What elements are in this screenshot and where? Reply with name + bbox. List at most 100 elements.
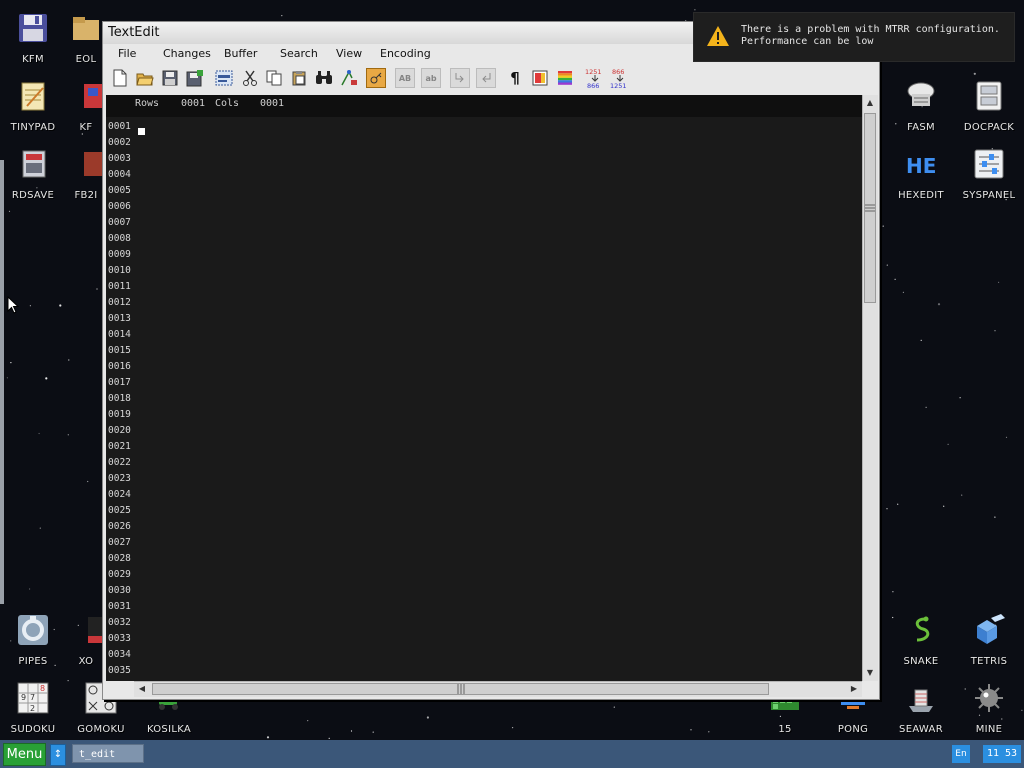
menu-encoding[interactable]: Encoding — [380, 47, 431, 60]
star — [8, 210, 11, 212]
menu-view[interactable]: View — [336, 47, 362, 60]
icon-label: FB2I — [74, 190, 98, 201]
syntax-colors-button[interactable] — [555, 68, 575, 88]
collapse-button[interactable] — [450, 68, 470, 88]
lowercase-button[interactable]: ab — [421, 68, 441, 88]
taskbar-item-t-edit[interactable]: t_edit — [72, 744, 144, 763]
desktop-icon-syspanel[interactable]: SYSPANEL — [957, 148, 1021, 201]
expand-button[interactable] — [476, 68, 496, 88]
find-button[interactable] — [314, 68, 334, 88]
star — [959, 397, 961, 399]
color-scheme-button[interactable] — [530, 68, 550, 88]
desktop-icon-xo[interactable]: XO — [66, 614, 106, 667]
save-as-icon — [186, 70, 203, 87]
convert-1251-866-button[interactable]: 1251 866 — [584, 68, 606, 89]
menu-changes[interactable]: Changes — [163, 47, 211, 60]
scroll-up-arrow-icon[interactable]: ▲ — [864, 97, 876, 109]
star — [886, 508, 888, 510]
desktop-icon-pipes[interactable]: PIPES — [1, 614, 65, 667]
color-scheme-icon — [532, 70, 548, 86]
star — [307, 720, 309, 722]
star — [897, 503, 899, 505]
desktop-icon-eol[interactable]: EOL — [66, 12, 106, 65]
star — [328, 737, 330, 740]
desktop-icon-kfm[interactable]: KFM — [1, 12, 65, 65]
menu-file[interactable]: File — [118, 47, 136, 60]
star — [67, 434, 69, 436]
scroll-down-arrow-icon[interactable]: ▼ — [864, 667, 876, 679]
menu-buffer[interactable]: Buffer — [224, 47, 257, 60]
convert-866-1251-button[interactable]: 866 1251 — [609, 68, 631, 89]
editor-area[interactable]: Rows 0001 Cols 0001 0001 0002 0003 0004 0005… — [106, 95, 862, 681]
horizontal-scroll-thumb[interactable] — [152, 683, 769, 695]
star — [96, 288, 98, 290]
desktop-icon-seawar[interactable]: SEAWAR — [889, 682, 953, 735]
star — [350, 730, 353, 732]
paste-button[interactable] — [289, 68, 309, 88]
icon-label: FASM — [907, 122, 935, 133]
desktop-icon-tinypad[interactable]: TINYPAD — [1, 80, 65, 133]
lowercase-icon: ab — [425, 73, 437, 83]
star — [87, 480, 89, 483]
scroll-right-arrow-icon[interactable]: ▶ — [848, 683, 860, 695]
uppercase-button[interactable]: AB — [395, 68, 415, 88]
save-as-button[interactable] — [185, 68, 205, 88]
clock[interactable]: 11 53 — [983, 745, 1021, 763]
grip-icon — [457, 684, 465, 694]
line-number: 0008 — [108, 233, 131, 244]
star — [925, 406, 927, 408]
desktop-icon-sudoku[interactable]: 9 7 8 2 SUDOKU — [1, 682, 65, 735]
goto-line-button[interactable] — [339, 68, 359, 88]
desktop-icon-fasm[interactable]: FASM — [889, 80, 953, 133]
desktop-icon-hexedit[interactable]: HE HEXEDIT — [889, 148, 953, 201]
key-icon — [370, 72, 382, 84]
svg-text:1251: 1251 — [610, 82, 627, 89]
notification-message: There is a problem with MTRR configurati… — [741, 24, 1009, 48]
vertical-scrollbar[interactable]: ▲ ▼ — [862, 95, 878, 681]
svg-text:7: 7 — [30, 693, 35, 702]
line-number-gutter: 0001 0002 0003 0004 0005 0006 0007 0008 0009 0010… — [106, 119, 136, 681]
desktop-icon-rdsave[interactable]: RDSAVE — [1, 148, 65, 201]
menu-search[interactable]: Search — [280, 47, 318, 60]
desktop-icon-mine[interactable]: MINE — [957, 682, 1021, 735]
star — [994, 516, 996, 518]
line-number: 0012 — [108, 297, 131, 308]
star — [708, 731, 710, 733]
star — [10, 362, 12, 364]
cut-icon — [243, 70, 257, 86]
vertical-scroll-thumb[interactable] — [864, 113, 876, 303]
copy-button[interactable] — [264, 68, 284, 88]
language-indicator[interactable]: En — [952, 745, 970, 763]
desktop-icon-kf[interactable]: KF — [66, 80, 106, 133]
star — [426, 716, 429, 719]
desktop-icon-snake[interactable]: SNAKE — [889, 614, 953, 667]
line-number: 0009 — [108, 249, 131, 260]
line-number: 0017 — [108, 377, 131, 388]
star — [694, 9, 696, 11]
icon-label: KFM — [22, 54, 44, 65]
show-symbols-button[interactable]: ¶ — [505, 68, 525, 88]
key-button[interactable] — [366, 68, 386, 88]
notification-popup[interactable]: There is a problem with MTRR configurati… — [693, 12, 1015, 62]
star — [998, 281, 1000, 283]
open-button[interactable] — [135, 68, 155, 88]
desktop-icon-docpack[interactable]: DOCPACK — [957, 80, 1021, 133]
desktop-icon-fb2[interactable]: FB2I — [66, 148, 106, 201]
cut-button[interactable] — [240, 68, 260, 88]
star — [266, 736, 270, 739]
start-menu-button[interactable]: Menu — [3, 743, 46, 766]
folder-icon — [73, 17, 99, 40]
new-file-button[interactable] — [110, 68, 130, 88]
icon-label: MINE — [975, 724, 1003, 735]
scroll-left-arrow-icon[interactable]: ◀ — [136, 683, 148, 695]
open-folder-icon — [136, 73, 154, 86]
line-number: 0016 — [108, 361, 131, 372]
fasm-icon — [907, 82, 935, 106]
sudoku-icon: 9 7 8 2 — [17, 682, 49, 714]
select-all-button[interactable] — [214, 68, 234, 88]
pipes-icon — [18, 615, 48, 645]
horizontal-scrollbar[interactable]: ◀ ▶ — [134, 681, 862, 697]
task-switch-icon[interactable]: ↕ — [50, 744, 66, 766]
desktop-icon-tetris[interactable]: TETRIS — [957, 614, 1021, 667]
save-button[interactable] — [160, 68, 180, 88]
